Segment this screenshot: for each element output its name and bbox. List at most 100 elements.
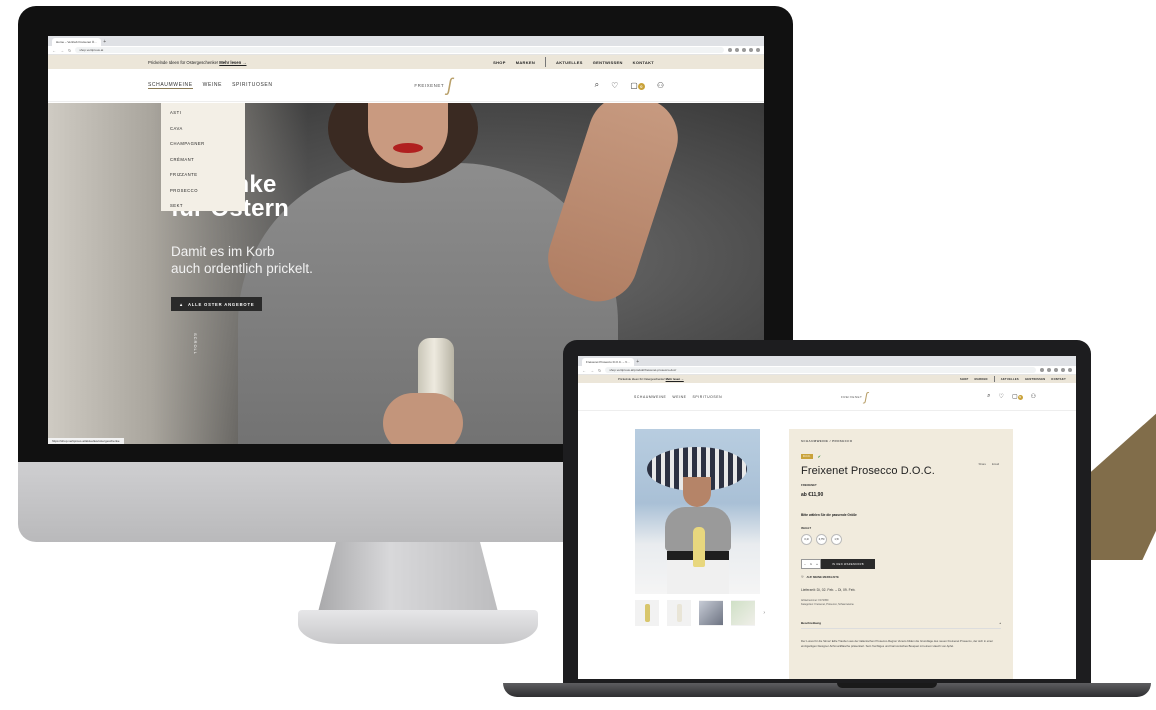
user-icon[interactable]: ⚇ [657, 81, 664, 90]
description-text: Der Luxus für die Sinne! Edle Trauben au… [801, 639, 994, 648]
size-instruction: Bitte wählen Sie die passende Größe [801, 513, 857, 517]
heart-icon[interactable]: ♡ [611, 81, 618, 90]
new-tab-icon[interactable]: + [103, 38, 106, 46]
size-option[interactable]: 1,5l [831, 534, 842, 545]
top-link-gentwissen[interactable]: GENTWISSEN [1025, 378, 1045, 381]
back-icon[interactable]: ← [52, 48, 56, 53]
search-icon[interactable]: ⌕ [987, 393, 990, 400]
email-link[interactable]: Email [992, 462, 999, 466]
dropdown-item-cava[interactable]: CAVA [170, 125, 245, 141]
laptop-address-bar: ← → ↻ shop.vertiprous.at/produkt/freixen… [578, 366, 1076, 375]
product-page: › SCHAUMWEINE / PROSECCO D.O.C. ✔ Share … [578, 411, 1076, 679]
hero-cta-button[interactable]: ▲ ALLE OSTER ANGEBOTE [171, 297, 263, 311]
top-link-marken[interactable]: MARKEN [975, 378, 988, 381]
thumbnail[interactable] [667, 600, 692, 626]
chevron-right-icon[interactable]: › [763, 610, 765, 616]
forward-icon[interactable]: → [590, 368, 594, 373]
scene: Home – Vertrieb Freixenet Ö… + ← → ↻ sho… [0, 0, 1156, 710]
hero-subtitle: Damit es im Korb auch ordentlich prickel… [171, 243, 313, 277]
hero-cta-label: ALLE OSTER ANGEBOTE [187, 301, 255, 307]
promo-bar: Prickelnde Ideen für Ostergeschenke! Meh… [48, 55, 764, 69]
top-link-shop[interactable]: SHOP [960, 378, 969, 381]
top-link-kontakt[interactable]: KONTAKT [1051, 378, 1066, 381]
hero-model-lips [393, 143, 423, 153]
desktop-browser-tab[interactable]: Home – Vertrieb Freixenet Ö… [52, 38, 102, 46]
header-icons: ⌕ ♡ ▢ 0 ⚇ [595, 80, 664, 90]
brand-logo[interactable]: FREIXENET ʃ [841, 390, 868, 404]
thumbnail-bottle [644, 604, 650, 622]
dropdown-item-prosecco[interactable]: PROSECCO [170, 187, 245, 203]
share-links: Share Email [979, 462, 999, 466]
dropdown-item-cremant[interactable]: CRÉMANT [170, 156, 245, 172]
plus-icon[interactable]: + [816, 562, 818, 566]
desktop-browser-tabs: Home – Vertrieb Freixenet Ö… + [48, 36, 764, 46]
logo-swash-icon: ʃ [864, 389, 869, 404]
thumbnail-bottle [676, 604, 682, 622]
url-input[interactable]: shop.vertiprous.at [75, 47, 724, 53]
size-options: 0,2l 0,75l 1,5l [801, 534, 1001, 545]
desktop-stand-foot [298, 610, 538, 644]
image-face [683, 477, 711, 507]
heart-icon[interactable]: ♡ [999, 393, 1004, 400]
nav-item-weine[interactable]: WEINE [672, 395, 686, 399]
dropdown-item-sekt[interactable]: SEKT [170, 202, 245, 218]
nav-item-schaumweine[interactable]: SCHAUMWEINE [148, 82, 193, 89]
cart-badge: 0 [1017, 395, 1023, 400]
status-bar-url: https://shop.vertiprous.at/aktuelles/ost… [48, 438, 124, 444]
categories: Kategorien: Freixenet, Prosecco, Schaumw… [801, 603, 854, 606]
add-to-cart-button[interactable]: IN DEN WARENKORB [821, 559, 875, 569]
size-option[interactable]: 0,2l [801, 534, 812, 545]
extension-icons [728, 48, 760, 52]
forward-icon[interactable]: → [60, 48, 64, 53]
dropdown-item-champagner[interactable]: CHAMPAGNER [170, 140, 245, 156]
promo-link[interactable]: Mehr lesen → [219, 60, 246, 65]
cart-icon[interactable]: ▢ 0 [1012, 393, 1023, 400]
desktop-stand-neck [318, 542, 498, 612]
plus-icon: + [999, 621, 1001, 625]
image-bottle [693, 527, 705, 567]
size-option[interactable]: 0,75l [816, 534, 827, 545]
back-icon[interactable]: ← [582, 368, 586, 373]
thumbnail[interactable] [635, 600, 660, 626]
promo-link[interactable]: Mehr lesen → [666, 377, 684, 381]
top-link-aktuelles[interactable]: AKTUELLES [556, 60, 583, 65]
logo-swash-icon: ʃ [447, 74, 453, 95]
url-input[interactable]: shop.vertiprous.at/produkt/freixenet-pro… [605, 367, 1036, 373]
new-tab-icon[interactable]: + [636, 358, 639, 366]
top-link-shop[interactable]: SHOP [493, 60, 506, 65]
product-main-image[interactable] [635, 429, 760, 594]
nav-item-weine[interactable]: WEINE [203, 82, 222, 88]
dropdown-item-frizzante[interactable]: FRIZZANTE [170, 171, 245, 187]
wishlist-link[interactable]: ♡ AUF MEINE MERKLISTE [801, 575, 1001, 579]
thumbnail[interactable] [731, 600, 756, 626]
product-title: Freixenet Prosecco D.O.C. [801, 465, 935, 477]
cart-icon[interactable]: ▢ 0 [630, 81, 645, 90]
quantity-value: 1 [810, 562, 812, 566]
product-producer[interactable]: FREIXENET [801, 483, 1001, 487]
nav-item-spirituosen[interactable]: SPIRITUOSEN [232, 82, 273, 88]
header-icons: ⌕ ♡ ▢ 0 ⚇ [987, 393, 1036, 400]
scroll-indicator[interactable]: SCROLL [193, 333, 198, 355]
hero-subtitle-line1: Damit es im Korb [171, 244, 275, 259]
breadcrumb[interactable]: SCHAUMWEINE / PROSECCO [801, 439, 1001, 443]
minus-icon[interactable]: − [804, 562, 806, 566]
nav-item-spirituosen[interactable]: SPIRITUOSEN [693, 395, 723, 399]
share-link[interactable]: Share [979, 462, 986, 466]
reload-icon[interactable]: ↻ [68, 48, 71, 53]
description-accordion[interactable]: Beschreibung + [801, 621, 1001, 629]
quantity-stepper[interactable]: − 1 + [801, 559, 821, 569]
top-link-gentwissen[interactable]: GENTWISSEN [593, 60, 623, 65]
dropdown-item-asti[interactable]: ASTI [170, 109, 245, 125]
top-link-kontakt[interactable]: KONTAKT [633, 60, 654, 65]
top-link-aktuelles[interactable]: AKTUELLES [1001, 378, 1019, 381]
product-badges: D.O.C. ✔ [801, 453, 1001, 460]
cart-badge: 0 [637, 82, 645, 90]
reload-icon[interactable]: ↻ [598, 368, 601, 373]
brand-logo[interactable]: FREIXENET ʃ [414, 75, 453, 96]
user-icon[interactable]: ⚇ [1031, 393, 1036, 400]
top-link-marken[interactable]: MARKEN [516, 60, 535, 65]
laptop-browser-tab[interactable]: Freixenet Prosecco D.O.C. – V… [582, 358, 635, 366]
thumbnail[interactable] [699, 600, 724, 626]
nav-item-schaumweine[interactable]: SCHAUMWEINE [634, 395, 666, 399]
search-icon[interactable]: ⌕ [595, 80, 599, 90]
